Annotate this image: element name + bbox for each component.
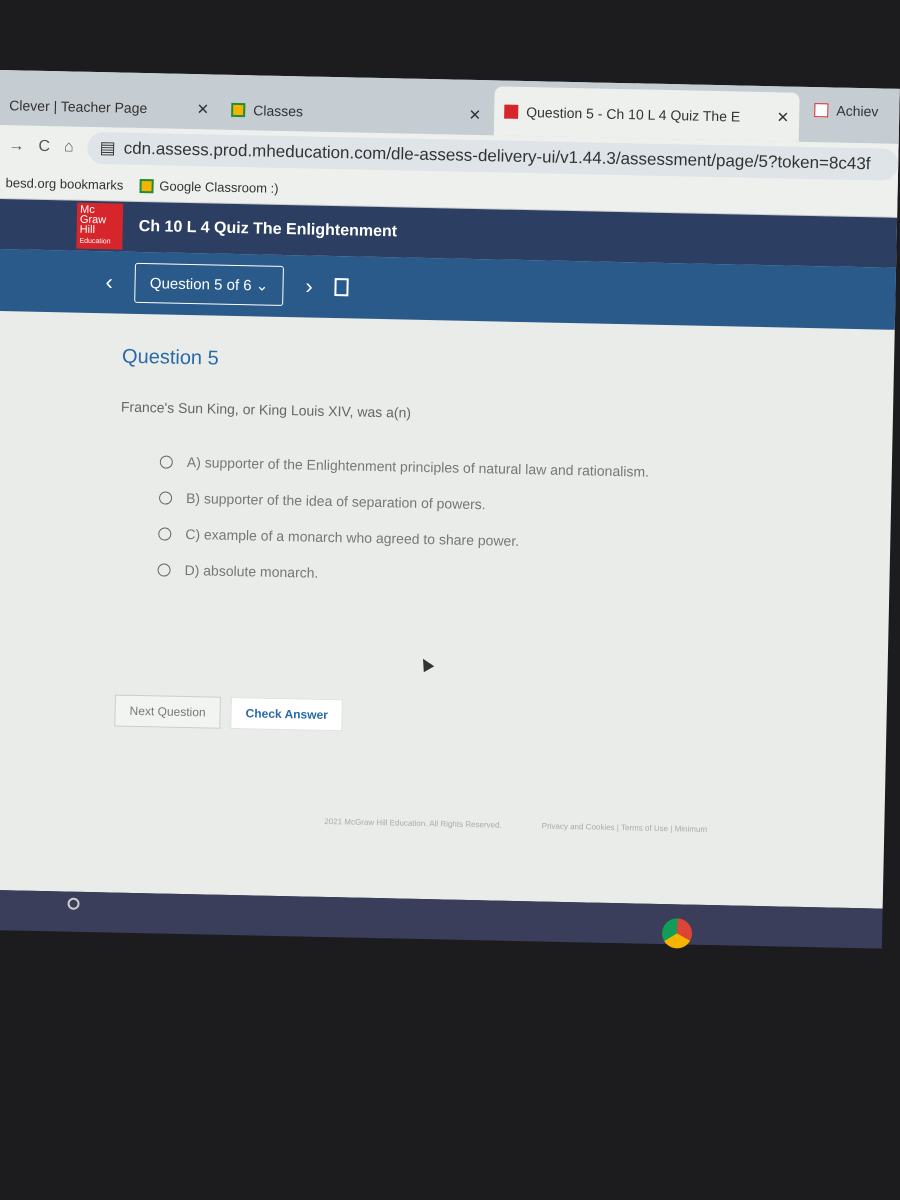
check-answer-button[interactable]: Check Answer — [230, 696, 344, 732]
quiz-title: Ch 10 L 4 Quiz The Enlightenment — [138, 217, 398, 241]
browser-window: Clever | Teacher Page ✕ Classes ✕ Question… — [0, 70, 900, 949]
question-heading: Question 5 — [121, 345, 219, 370]
option-a[interactable]: A) supporter of the Enlightenment princi… — [159, 453, 892, 484]
radio-button[interactable] — [159, 454, 173, 469]
footer-links[interactable]: Privacy and Cookies | Terms of Use | Min… — [542, 822, 708, 834]
option-c[interactable]: C) example of a monarch who agreed to sh… — [158, 525, 890, 556]
previous-icon[interactable]: ‹ — [105, 269, 113, 295]
radio-button[interactable] — [158, 490, 173, 505]
bookmark-besd[interactable]: besd.org bookmarks — [5, 175, 123, 192]
tab-label: Clever | Teacher Page — [9, 96, 148, 116]
url-text: cdn.assess.prod.mheducation.com/dle-asse… — [123, 138, 871, 174]
copyright-text: 2021 McGraw Hill Education. All Rights R… — [324, 816, 502, 830]
close-icon[interactable]: ✕ — [776, 108, 789, 126]
option-b[interactable]: B) supporter of the idea of separation o… — [158, 489, 891, 520]
reload-icon[interactable]: C — [38, 138, 50, 156]
question-prompt: France's Sun King, or King Louis XIV, wa… — [120, 398, 412, 421]
next-question-button[interactable]: Next Question — [114, 694, 221, 729]
taskbar — [0, 889, 883, 949]
bookmark-label: Google Classroom :) — [159, 178, 279, 196]
close-icon[interactable]: ✕ — [196, 100, 209, 118]
tab-label: Classes — [253, 101, 304, 119]
tab-classes[interactable]: Classes ✕ — [221, 89, 492, 136]
achieve-icon — [814, 102, 829, 117]
close-icon[interactable]: ✕ — [468, 105, 481, 123]
page-icon: ▤ — [99, 138, 116, 158]
radio-button[interactable] — [157, 562, 171, 577]
option-d[interactable]: D) absolute monarch. — [157, 561, 889, 592]
home-icon[interactable]: ⌂ — [64, 138, 74, 156]
bookmark-icon[interactable] — [334, 278, 349, 297]
classroom-icon — [139, 179, 154, 194]
forward-icon[interactable]: → — [8, 137, 24, 155]
classroom-icon — [231, 102, 246, 117]
tab-label: Achiev — [836, 102, 879, 119]
tab-label: Question 5 - Ch 10 L 4 Quiz The E — [526, 103, 741, 125]
chrome-icon[interactable] — [661, 918, 693, 949]
option-label: C) example of a monarch who agreed to sh… — [185, 525, 520, 549]
chevron-down-icon: ⌄ — [255, 277, 269, 295]
mcgraw-hill-icon — [504, 104, 519, 119]
option-label: B) supporter of the idea of separation o… — [185, 489, 486, 513]
tab-quiz[interactable]: Question 5 - Ch 10 L 4 Quiz The E ✕ — [493, 86, 800, 142]
launcher-icon[interactable] — [67, 897, 80, 910]
question-selector[interactable]: Question 5 of 6 ⌄ — [134, 262, 284, 306]
footer: 2021 McGraw Hill Education. All Rights R… — [324, 817, 900, 839]
option-label: D) absolute monarch. — [184, 561, 319, 581]
mcgraw-hill-logo: Mc Graw Hill Education — [76, 202, 124, 250]
tab-clever[interactable]: Clever | Teacher Page ✕ — [0, 84, 220, 130]
question-area: Question 5 France's Sun King, or King Lo… — [0, 311, 895, 743]
option-label: A) supporter of the Enlightenment princi… — [186, 454, 650, 480]
tab-achieve[interactable]: Achiev — [804, 89, 900, 132]
question-selector-label: Question 5 of 6 — [149, 275, 252, 295]
radio-button[interactable] — [158, 526, 172, 541]
bookmark-google-classroom[interactable]: Google Classroom :) — [139, 178, 279, 196]
next-icon[interactable]: › — [305, 273, 313, 299]
